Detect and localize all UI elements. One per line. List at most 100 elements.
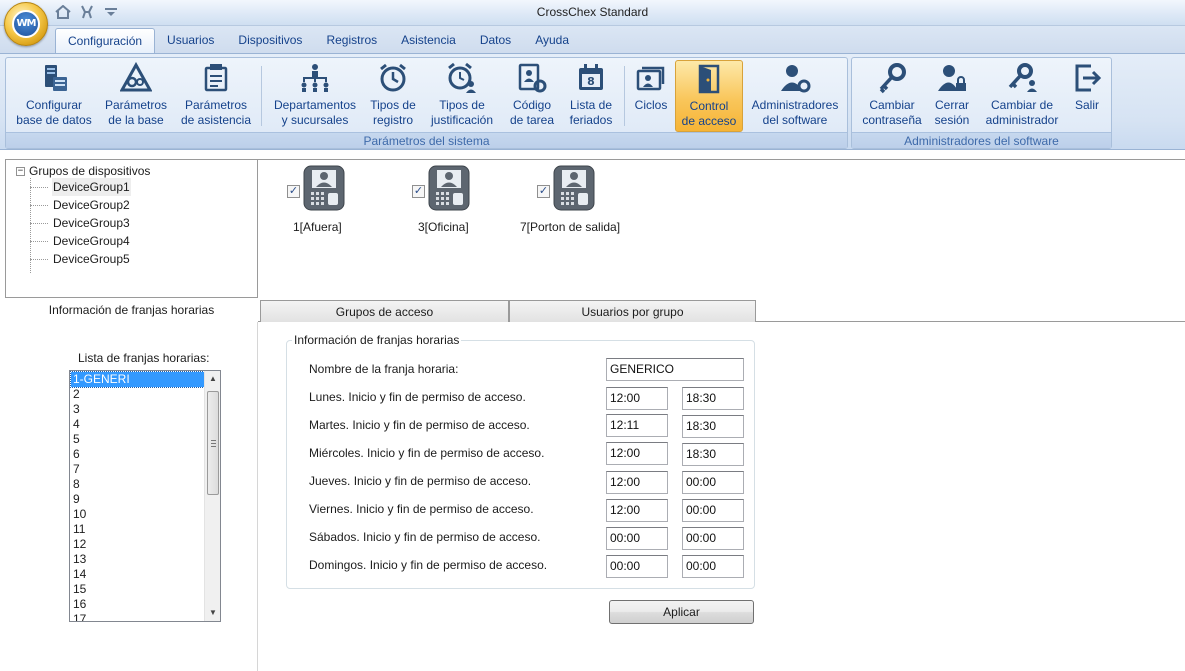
list-item[interactable]: 14 <box>71 567 204 582</box>
device-item[interactable]: ✓ 1[Afuera] <box>287 165 397 235</box>
tree-branch <box>30 241 48 242</box>
app-menu-button[interactable]: WM <box>4 2 48 46</box>
tab-informacion-franjas[interactable]: Información de franjas horarias <box>5 298 258 322</box>
timeslot-list[interactable]: 1-GENERI 2 3 4 5 6 7 8 9 10 11 12 13 14 … <box>69 370 221 622</box>
tab-usuarios-por-grupo[interactable]: Usuarios por grupo <box>509 300 756 322</box>
day-label-sabados: Sábados. Inicio y fin de permiso de acce… <box>309 530 541 544</box>
viernes-end-field[interactable]: 00:00 <box>682 499 744 522</box>
list-item[interactable]: 7 <box>71 462 204 477</box>
cerrar-sesion-button[interactable]: Cerrar sesión <box>930 60 974 132</box>
scroll-thumb[interactable] <box>207 391 219 495</box>
ribbon-separator <box>624 66 625 126</box>
list-item[interactable]: 16 <box>71 597 204 612</box>
list-item[interactable]: 1-GENERI <box>70 371 205 388</box>
list-item[interactable]: 8 <box>71 477 204 492</box>
tab-usuarios[interactable]: Usuarios <box>155 28 226 53</box>
tab-grupos-acceso[interactable]: Grupos de acceso <box>260 300 509 322</box>
tipos-justificacion-label-1: Tipos de <box>439 98 485 112</box>
list-item[interactable]: 3 <box>71 402 204 417</box>
tab-asistencia[interactable]: Asistencia <box>389 28 468 53</box>
miercoles-start-field[interactable]: 12:00 <box>606 442 668 465</box>
sabados-end-field[interactable]: 00:00 <box>682 527 744 550</box>
tab-datos[interactable]: Datos <box>468 28 523 53</box>
viernes-start-field[interactable]: 12:00 <box>606 499 668 522</box>
collapse-icon[interactable]: − <box>16 166 25 176</box>
jueves-end-field[interactable]: 00:00 <box>682 471 744 494</box>
list-item[interactable]: 2 <box>71 387 204 402</box>
lunes-end-field[interactable]: 18:30 <box>682 387 744 410</box>
window-title: CrossChex Standard <box>536 5 649 19</box>
tab-configuracion[interactable]: Configuración <box>55 28 156 53</box>
tree-item-label: DeviceGroup4 <box>53 234 130 248</box>
cambiar-contrasena-button[interactable]: Cambiar contraseña <box>860 60 924 132</box>
domingos-start-field[interactable]: 00:00 <box>606 555 668 578</box>
group-legend: Información de franjas horarias <box>292 333 462 347</box>
salir-button[interactable]: Salir <box>1068 60 1106 132</box>
list-item[interactable]: 10 <box>71 507 204 522</box>
control-acceso-button[interactable]: Control de acceso <box>675 60 743 132</box>
list-item[interactable]: 5 <box>71 432 204 447</box>
list-scrollbar[interactable]: ▲ ▼ <box>204 371 220 621</box>
apply-button[interactable]: Aplicar <box>609 600 754 624</box>
lunes-start-field[interactable]: 12:00 <box>606 387 668 410</box>
timeslot-name-field[interactable]: GENERICO <box>606 358 744 381</box>
list-item[interactable]: 4 <box>71 417 204 432</box>
administradores-software-button[interactable]: Administradores del software <box>748 60 842 132</box>
tree-item-label: DeviceGroup2 <box>53 198 130 212</box>
list-item[interactable]: 9 <box>71 492 204 507</box>
tab-dispositivos[interactable]: Dispositivos <box>226 28 314 53</box>
device-checkbox[interactable]: ✓ <box>537 185 550 198</box>
list-item[interactable]: 11 <box>71 522 204 537</box>
lista-feriados-button[interactable]: 8 Lista de feriados <box>565 60 617 132</box>
list-item[interactable]: 17 <box>71 612 204 621</box>
list-item[interactable]: 12 <box>71 537 204 552</box>
list-item[interactable]: 15 <box>71 582 204 597</box>
tipos-registro-label-1: Tipos de <box>370 98 416 112</box>
tipos-registro-button[interactable]: Tipos de registro <box>364 60 422 132</box>
martes-start-field[interactable]: 12:11 <box>606 414 668 437</box>
device-checkbox[interactable]: ✓ <box>287 185 300 198</box>
tree-branch <box>30 223 48 224</box>
miercoles-end-field[interactable]: 18:30 <box>682 443 744 466</box>
group-label-administradores: Administradores del software <box>852 132 1111 148</box>
cambiar-contrasena-label-2: contraseña <box>862 113 922 127</box>
scroll-down-icon[interactable]: ▼ <box>205 605 220 621</box>
departamentos-button[interactable]: Departamentos y sucursales <box>269 60 361 132</box>
domingos-end-field[interactable]: 00:00 <box>682 555 744 578</box>
codigo-tarea-button[interactable]: Código de tarea <box>503 60 561 132</box>
cambiar-administrador-button[interactable]: Cambiar de administrador <box>982 60 1062 132</box>
salir-label-1: Salir <box>1074 98 1099 112</box>
day-label-martes: Martes. Inicio y fin de permiso de acces… <box>309 418 530 432</box>
app-logo-text: WM <box>16 18 37 29</box>
parametros-base-button[interactable]: Parámetros de la base <box>100 60 172 132</box>
device-checkbox[interactable]: ✓ <box>412 185 425 198</box>
tree-root[interactable]: − Grupos de dispositivos <box>16 164 150 178</box>
device-item[interactable]: ✓ 3[Oficina] <box>412 165 522 235</box>
list-item[interactable]: 13 <box>71 552 204 567</box>
alarm-clock-icon <box>380 63 406 92</box>
configurar-base-datos-button[interactable]: Configurar base de datos <box>12 60 96 132</box>
tree-item-label: DeviceGroup1 <box>52 178 131 196</box>
exit-icon <box>1075 64 1102 92</box>
tipos-justificacion-button[interactable]: Tipos de justificación <box>427 60 497 132</box>
device-label: 3[Oficina] <box>418 220 469 234</box>
tab-ayuda[interactable]: Ayuda <box>523 28 581 53</box>
parameters-icon <box>204 64 228 92</box>
tab-registros[interactable]: Registros <box>314 28 389 53</box>
task-code-icon <box>518 63 547 93</box>
parametros-asistencia-button[interactable]: Parámetros de asistencia <box>178 60 254 132</box>
lista-feriados-label-1: Lista de <box>569 98 613 112</box>
scroll-up-icon[interactable]: ▲ <box>205 371 220 387</box>
device-item[interactable]: ✓ 7[Porton de salida] <box>520 165 657 235</box>
ciclos-button[interactable]: Ciclos <box>630 60 672 132</box>
tree-branch <box>30 187 48 188</box>
jueves-start-field[interactable]: 12:00 <box>606 471 668 494</box>
parametros-asistencia-label-2: de asistencia <box>180 113 252 127</box>
codigo-tarea-label-2: de tarea <box>509 113 555 127</box>
list-item[interactable]: 6 <box>71 447 204 462</box>
martes-end-field[interactable]: 18:30 <box>682 415 744 438</box>
sabados-start-field[interactable]: 00:00 <box>606 527 668 550</box>
tree-root-label: Grupos de dispositivos <box>29 164 151 178</box>
group-administradores-software: Cambiar contraseña Cerrar sesión Cambiar… <box>851 57 1112 149</box>
database-icon <box>45 65 67 91</box>
